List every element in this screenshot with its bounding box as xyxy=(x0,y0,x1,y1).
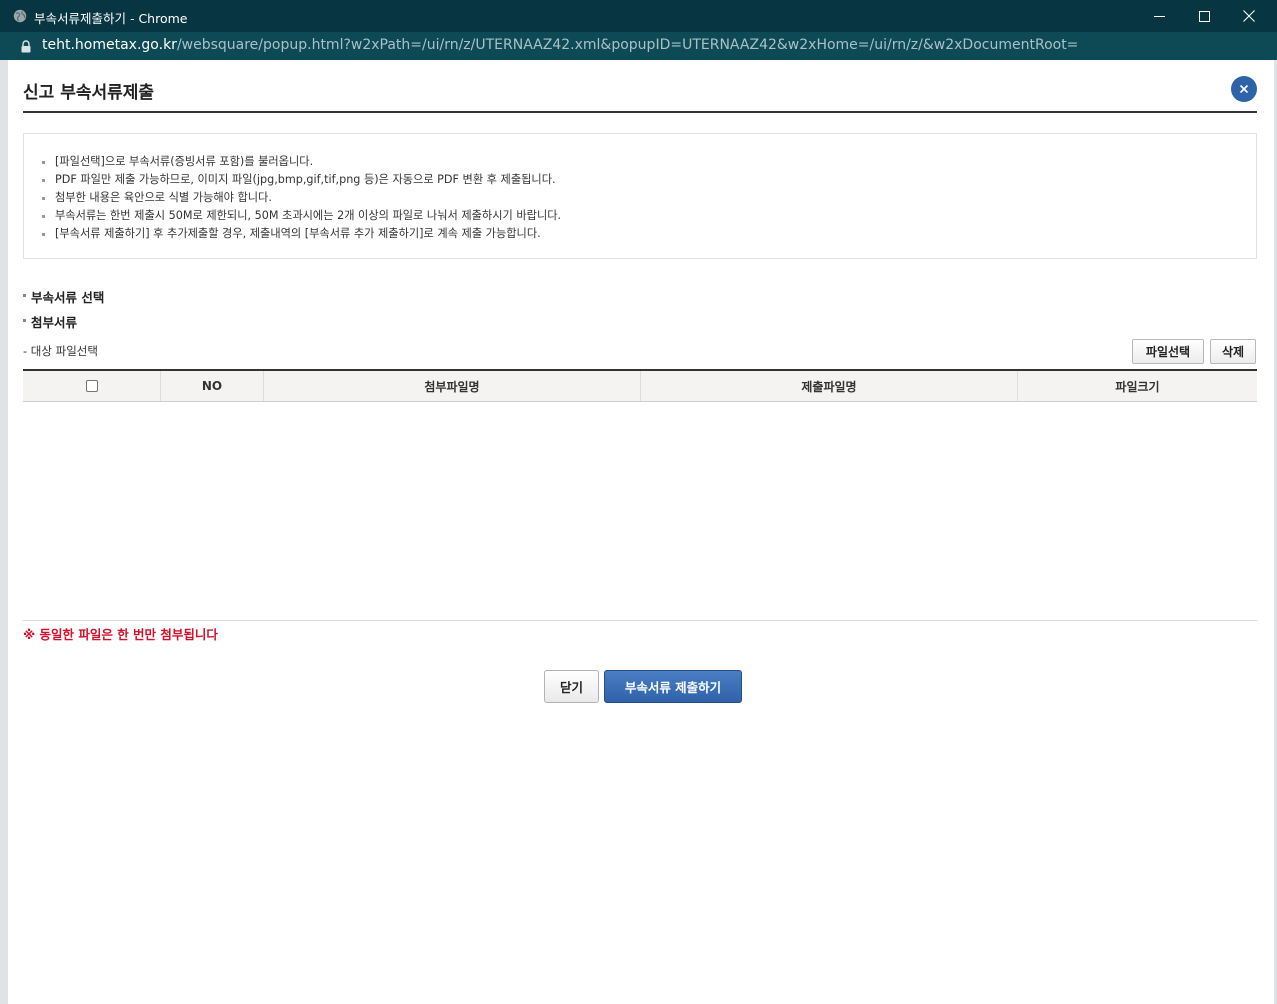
notice-item: [파일선택]으로 부속서류(증빙서류 포함)를 불러옵니다. xyxy=(42,153,1256,171)
maximize-button[interactable] xyxy=(1181,0,1227,32)
select-all-cell xyxy=(23,371,161,401)
popup-content: 신고 부속서류제출 [파일선택]으로 부속서류(증빙서류 포함)를 불러옵니다.… xyxy=(8,60,1274,1004)
attachment-grid: NO 첨부파일명 제출파일명 파일크기 xyxy=(23,369,1257,619)
grid-body xyxy=(23,402,1257,619)
column-header-no: NO xyxy=(161,371,264,401)
browser-window: 부속서류제출하기 - Chrome teht.hometax.go.kr/web… xyxy=(0,0,1277,1004)
notice-box: [파일선택]으로 부속서류(증빙서류 포함)를 불러옵니다. PDF 파일만 제… xyxy=(23,133,1257,259)
window-titlebar: 부속서류제출하기 - Chrome xyxy=(0,0,1277,32)
page-title: 신고 부속서류제출 xyxy=(23,83,155,103)
column-header-attach-filename: 첨부파일명 xyxy=(264,371,641,401)
window-close-button[interactable] xyxy=(1226,0,1272,32)
file-select-button[interactable]: 파일선택 xyxy=(1132,339,1204,364)
globe-icon xyxy=(13,9,27,23)
window-close-icon xyxy=(1243,10,1255,22)
background-left xyxy=(0,60,8,1004)
notice-item: 첨부한 내용은 육안으로 식별 가능해야 합니다. xyxy=(42,189,1256,207)
select-all-checkbox[interactable] xyxy=(85,380,98,392)
title-divider xyxy=(23,111,1257,113)
column-header-filesize: 파일크기 xyxy=(1115,379,1160,394)
delete-button[interactable]: 삭제 xyxy=(1210,339,1256,364)
popup-close-button[interactable] xyxy=(1231,76,1257,102)
lock-icon xyxy=(21,40,31,53)
minimize-button[interactable] xyxy=(1136,0,1182,32)
window-title: 부속서류제출하기 - Chrome xyxy=(34,11,188,26)
grid-header: NO 첨부파일명 제출파일명 파일크기 xyxy=(23,369,1257,402)
minimize-icon xyxy=(1153,15,1165,17)
close-icon xyxy=(1239,84,1249,94)
column-header-submit-filename: 제출파일명 xyxy=(641,371,1018,401)
submit-attachments-button[interactable]: 부속서류 제출하기 xyxy=(604,670,742,703)
target-file-label: - 대상 파일선택 xyxy=(23,344,98,358)
notice-item: 부속서류는 한번 제출시 50M로 제한되니, 50M 초과시에는 2개 이상의… xyxy=(42,207,1256,225)
duplicate-warning: ※ 동일한 파일은 한 번만 첨부됩니다 xyxy=(23,627,218,642)
grid-bottom-divider xyxy=(23,620,1257,621)
notice-item: [부속서류 제출하기] 후 추가제출할 경우, 제출내역의 [부속서류 추가 제… xyxy=(42,225,1256,243)
notice-item: PDF 파일만 제출 가능하므로, 이미지 파일(jpg,bmp,gif,tif… xyxy=(42,171,1256,189)
maximize-icon xyxy=(1198,10,1210,22)
url-text: teht.hometax.go.kr/websquare/popup.html?… xyxy=(42,37,1078,53)
address-bar[interactable]: teht.hometax.go.kr/websquare/popup.html?… xyxy=(0,32,1277,60)
url-path: /websquare/popup.html?w2xPath=/ui/rn/z/U… xyxy=(176,37,1079,53)
section-select-label: 부속서류 선택 xyxy=(23,287,104,306)
section-attach-label: 첨부서류 xyxy=(23,312,77,331)
url-host: teht.hometax.go.kr xyxy=(42,37,177,53)
close-button[interactable]: 닫기 xyxy=(544,670,599,703)
